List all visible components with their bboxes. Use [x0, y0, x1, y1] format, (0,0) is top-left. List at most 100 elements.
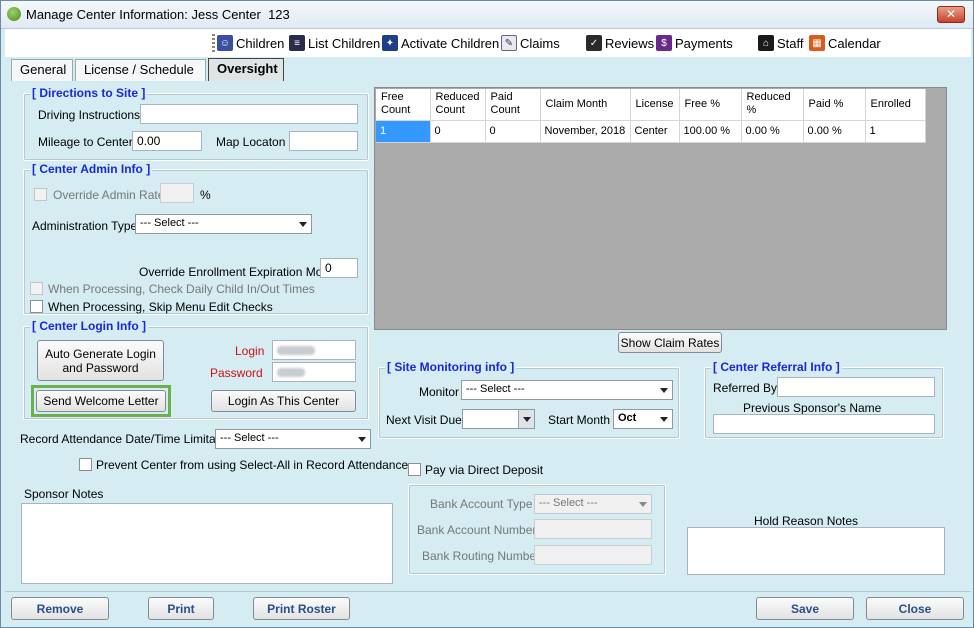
bank-account-type-select[interactable]: --- Select ---: [534, 494, 652, 514]
skip-menu-checkbox[interactable]: [30, 300, 43, 313]
mileage-input[interactable]: 0.00: [132, 131, 202, 151]
column-header[interactable]: Reduced %: [741, 89, 804, 121]
password-redacted: [277, 368, 305, 377]
save-button[interactable]: Save: [756, 597, 854, 620]
window-close-button[interactable]: ✕: [937, 6, 965, 23]
attendance-limit-select[interactable]: --- Select ---: [215, 429, 371, 449]
table-row[interactable]: 1 0 0 November, 2018 Center 100.00 % 0.0…: [376, 120, 926, 143]
override-admin-rate-input[interactable]: [160, 183, 194, 203]
claims-table: Free Count Reduced Count Paid Count Clai…: [376, 89, 926, 143]
login-label: Login: [235, 344, 265, 358]
previous-sponsor-input[interactable]: [713, 414, 935, 434]
map-location-label: Map Locaton: [216, 135, 286, 149]
monitor-label: Monitor: [419, 385, 460, 399]
column-header[interactable]: Paid Count: [485, 89, 541, 121]
login-as-center-button[interactable]: Login As This Center: [211, 390, 356, 412]
bank-account-type-label: Bank Account Type: [430, 497, 533, 511]
sponsor-notes-label: Sponsor Notes: [24, 487, 104, 501]
referred-by-label: Referred By: [713, 381, 778, 395]
toolbar-payments-button[interactable]: $ Payments: [656, 33, 733, 53]
toolbar: ☺ Children ≡ List Children ✦ Activate Ch…: [5, 29, 971, 57]
title-bar: Manage Center Information: Jess Center 1…: [1, 1, 973, 29]
table-cell[interactable]: 0.00 %: [741, 120, 804, 143]
referral-info-group: [ Center Referral Info ] Referred By Pre…: [704, 360, 944, 439]
tab-oversight[interactable]: Oversight: [208, 58, 284, 82]
admin-info-legend: [ Center Admin Info ]: [30, 162, 153, 176]
table-cell[interactable]: 1: [376, 120, 431, 143]
skip-menu-label: When Processing, Skip Menu Edit Checks: [48, 300, 273, 314]
toolbar-claims-button[interactable]: ✎ Claims: [501, 33, 560, 53]
referred-by-input[interactable]: [777, 377, 935, 397]
bottom-action-bar: Remove Print Print Roster Save Close: [5, 591, 971, 625]
direct-deposit-checkbox[interactable]: [408, 463, 421, 476]
password-label: Password: [210, 366, 263, 380]
next-visit-date-picker[interactable]: [462, 409, 535, 429]
table-cell[interactable]: November, 2018: [540, 120, 631, 143]
next-visit-label: Next Visit Due: [386, 413, 462, 427]
prevent-select-all-label: Prevent Center from using Select-All in …: [96, 458, 409, 472]
toolbar-children-button[interactable]: ☺ Children: [217, 33, 284, 53]
send-welcome-letter-button[interactable]: Send Welcome Letter: [36, 390, 166, 412]
login-redacted: [277, 346, 315, 355]
override-expiration-label: Override Enrollment Expiration Month: [139, 265, 340, 279]
sponsor-notes-textarea[interactable]: [21, 503, 393, 584]
tab-general[interactable]: General: [11, 59, 73, 81]
chevron-down-icon: [660, 388, 668, 393]
column-header[interactable]: Claim Month: [540, 89, 631, 121]
prevent-select-all-checkbox[interactable]: [79, 458, 92, 471]
admin-info-group: [ Center Admin Info ] Override Admin Rat…: [23, 162, 369, 315]
driving-instructions-input[interactable]: [140, 104, 358, 124]
direct-deposit-label: Pay via Direct Deposit: [425, 463, 544, 477]
column-header[interactable]: License: [630, 89, 680, 121]
auto-generate-button[interactable]: Auto Generate Login and Password: [37, 340, 164, 381]
hold-reason-notes-textarea[interactable]: [687, 527, 945, 575]
map-location-input[interactable]: [289, 131, 358, 151]
override-admin-rate-checkbox[interactable]: [34, 188, 47, 201]
calendar-dropdown-button[interactable]: [518, 410, 534, 428]
column-header[interactable]: Reduced Count: [430, 89, 486, 121]
toolbar-reviews-button[interactable]: ✓ Reviews: [586, 33, 654, 53]
table-cell[interactable]: Center: [630, 120, 680, 143]
children-icon: ☺: [217, 35, 233, 51]
show-claim-rates-button[interactable]: Show Claim Rates: [618, 332, 722, 353]
override-expiration-input[interactable]: 0: [320, 258, 358, 278]
administration-type-label: Administration Type: [32, 219, 138, 233]
bank-account-number-input[interactable]: [534, 519, 652, 539]
previous-sponsor-label: Previous Sponsor's Name: [743, 401, 882, 415]
column-header[interactable]: Free Count: [376, 89, 431, 121]
check-inout-label: When Processing, Check Daily Child In/Ou…: [48, 282, 315, 296]
toolbar-grip[interactable]: [212, 34, 215, 52]
column-header[interactable]: Enrolled: [865, 89, 926, 121]
print-button[interactable]: Print: [148, 597, 214, 620]
calendar-icon: ▦: [809, 35, 825, 51]
percent-label: %: [200, 188, 211, 202]
print-roster-button[interactable]: Print Roster: [253, 597, 350, 620]
bank-routing-number-input[interactable]: [534, 545, 652, 565]
monitor-select[interactable]: --- Select ---: [461, 380, 673, 400]
bank-account-number-label: Bank Account Number: [417, 523, 537, 537]
toolbar-staff-button[interactable]: ⌂ Staff: [758, 33, 804, 53]
attendance-limit-label: Record Attendance Date/Time Limitation: [20, 432, 235, 446]
password-input[interactable]: [272, 362, 356, 382]
table-cell[interactable]: 0: [430, 120, 486, 143]
window-title: Manage Center Information: Jess Center 1…: [26, 7, 290, 22]
toolbar-list-children-button[interactable]: ≡ List Children: [289, 33, 380, 53]
table-cell[interactable]: 1: [865, 120, 926, 143]
chevron-down-icon: [358, 437, 366, 442]
remove-button[interactable]: Remove: [11, 597, 109, 620]
override-admin-rate-label: Override Admin Rate: [53, 188, 165, 202]
table-cell[interactable]: 100.00 %: [679, 120, 742, 143]
tab-license-schedule[interactable]: License / Schedule: [75, 59, 206, 81]
check-inout-checkbox[interactable]: [30, 282, 43, 295]
column-header[interactable]: Free %: [679, 89, 742, 121]
table-cell[interactable]: 0: [485, 120, 541, 143]
login-input[interactable]: [272, 340, 356, 360]
administration-type-select[interactable]: --- Select ---: [135, 214, 312, 234]
toolbar-activate-children-button[interactable]: ✦ Activate Children: [382, 33, 499, 53]
start-month-select[interactable]: Oct: [613, 409, 673, 429]
claims-icon: ✎: [501, 35, 517, 51]
toolbar-calendar-button[interactable]: ▦ Calendar: [809, 33, 881, 53]
table-cell[interactable]: 0.00 %: [803, 120, 866, 143]
close-button[interactable]: Close: [866, 597, 964, 620]
column-header[interactable]: Paid %: [803, 89, 866, 121]
